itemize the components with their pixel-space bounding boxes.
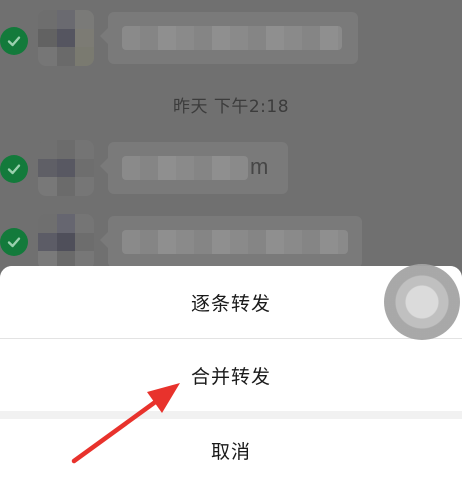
- blurred-text: [122, 230, 348, 254]
- avatar: [38, 140, 94, 196]
- merge-forward-button[interactable]: 合并转发: [0, 339, 462, 411]
- check-circle-icon[interactable]: [0, 27, 28, 55]
- blurred-text: [122, 156, 248, 180]
- cancel-label: 取消: [210, 440, 251, 463]
- forward-one-by-one-label: 逐条转发: [190, 292, 271, 315]
- message-bubble[interactable]: [100, 216, 362, 268]
- cancel-button[interactable]: 取消: [0, 419, 462, 481]
- assistive-touch-icon[interactable]: [384, 264, 460, 340]
- timestamp: 昨天 下午2:18: [172, 97, 290, 117]
- avatar: [38, 214, 94, 270]
- check-circle-icon[interactable]: [0, 228, 28, 256]
- merge-forward-label: 合并转发: [190, 365, 271, 388]
- avatar: [38, 10, 94, 66]
- check-circle-icon[interactable]: [0, 155, 28, 183]
- message-bubble[interactable]: m: [100, 142, 288, 194]
- message-text: m: [250, 154, 269, 179]
- message-bubble[interactable]: [100, 12, 358, 64]
- blurred-text: [122, 26, 342, 50]
